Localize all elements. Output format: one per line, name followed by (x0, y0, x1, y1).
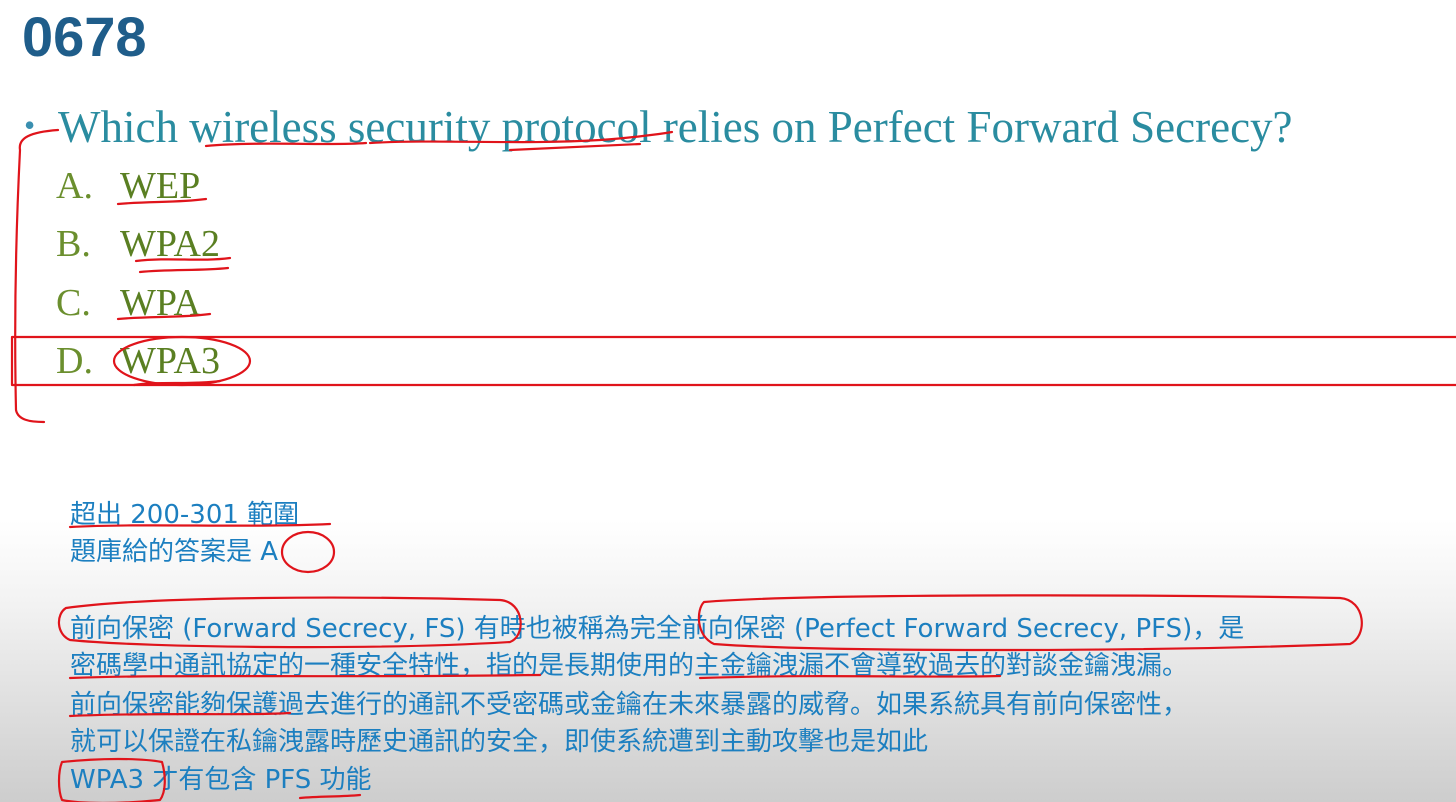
option-letter: A. (56, 165, 93, 207)
note-out-of-scope: 超出 200-301 範圍 (70, 500, 300, 530)
option-letter: C. (56, 282, 91, 324)
bullet-icon: • (24, 107, 36, 143)
explanation-line: 前向保密 (Forward Secrecy, FS) 有時也被稱為完全前向保密 … (70, 614, 1245, 644)
option-text: WPA2 (120, 223, 220, 265)
explanation-line: 密碼學中通訊協定的一種安全特性，指的是長期使用的主金鑰洩漏不會導致過去的對談金鑰… (70, 651, 1189, 681)
circle-answer-a (280, 530, 336, 574)
option-b: B. WPA2 (56, 220, 220, 268)
question-label: Which wireless security protocol relies … (58, 102, 1293, 152)
answer-highlight-box (10, 335, 1456, 387)
options-bracket (14, 128, 60, 424)
question-text: • Which wireless security protocol relies… (24, 96, 1293, 156)
explanation-line: 前向保密能夠保護過去進行的通訊不受密碼或金鑰在未來暴露的威脅。如果系統具有前向保… (70, 690, 1189, 720)
explanation-line: 就可以保證在私鑰洩露時歷史通訊的安全，即使系統遭到主動攻擊也是如此 (70, 727, 929, 757)
option-text: WEP (120, 165, 201, 207)
option-text: WPA3 (120, 340, 220, 382)
option-text: WPA (120, 282, 201, 324)
option-letter: D. (56, 340, 93, 382)
option-c: C. WPA (56, 279, 201, 327)
option-letter: B. (56, 223, 91, 265)
question-number: 0678 (22, 5, 147, 68)
note-bank-answer: 題庫給的答案是 A (70, 537, 279, 567)
explanation-line: WPA3 才有包含 PFS 功能 (70, 765, 372, 795)
option-a: A. WEP (56, 162, 200, 210)
option-d: D. WPA3 (56, 337, 220, 385)
